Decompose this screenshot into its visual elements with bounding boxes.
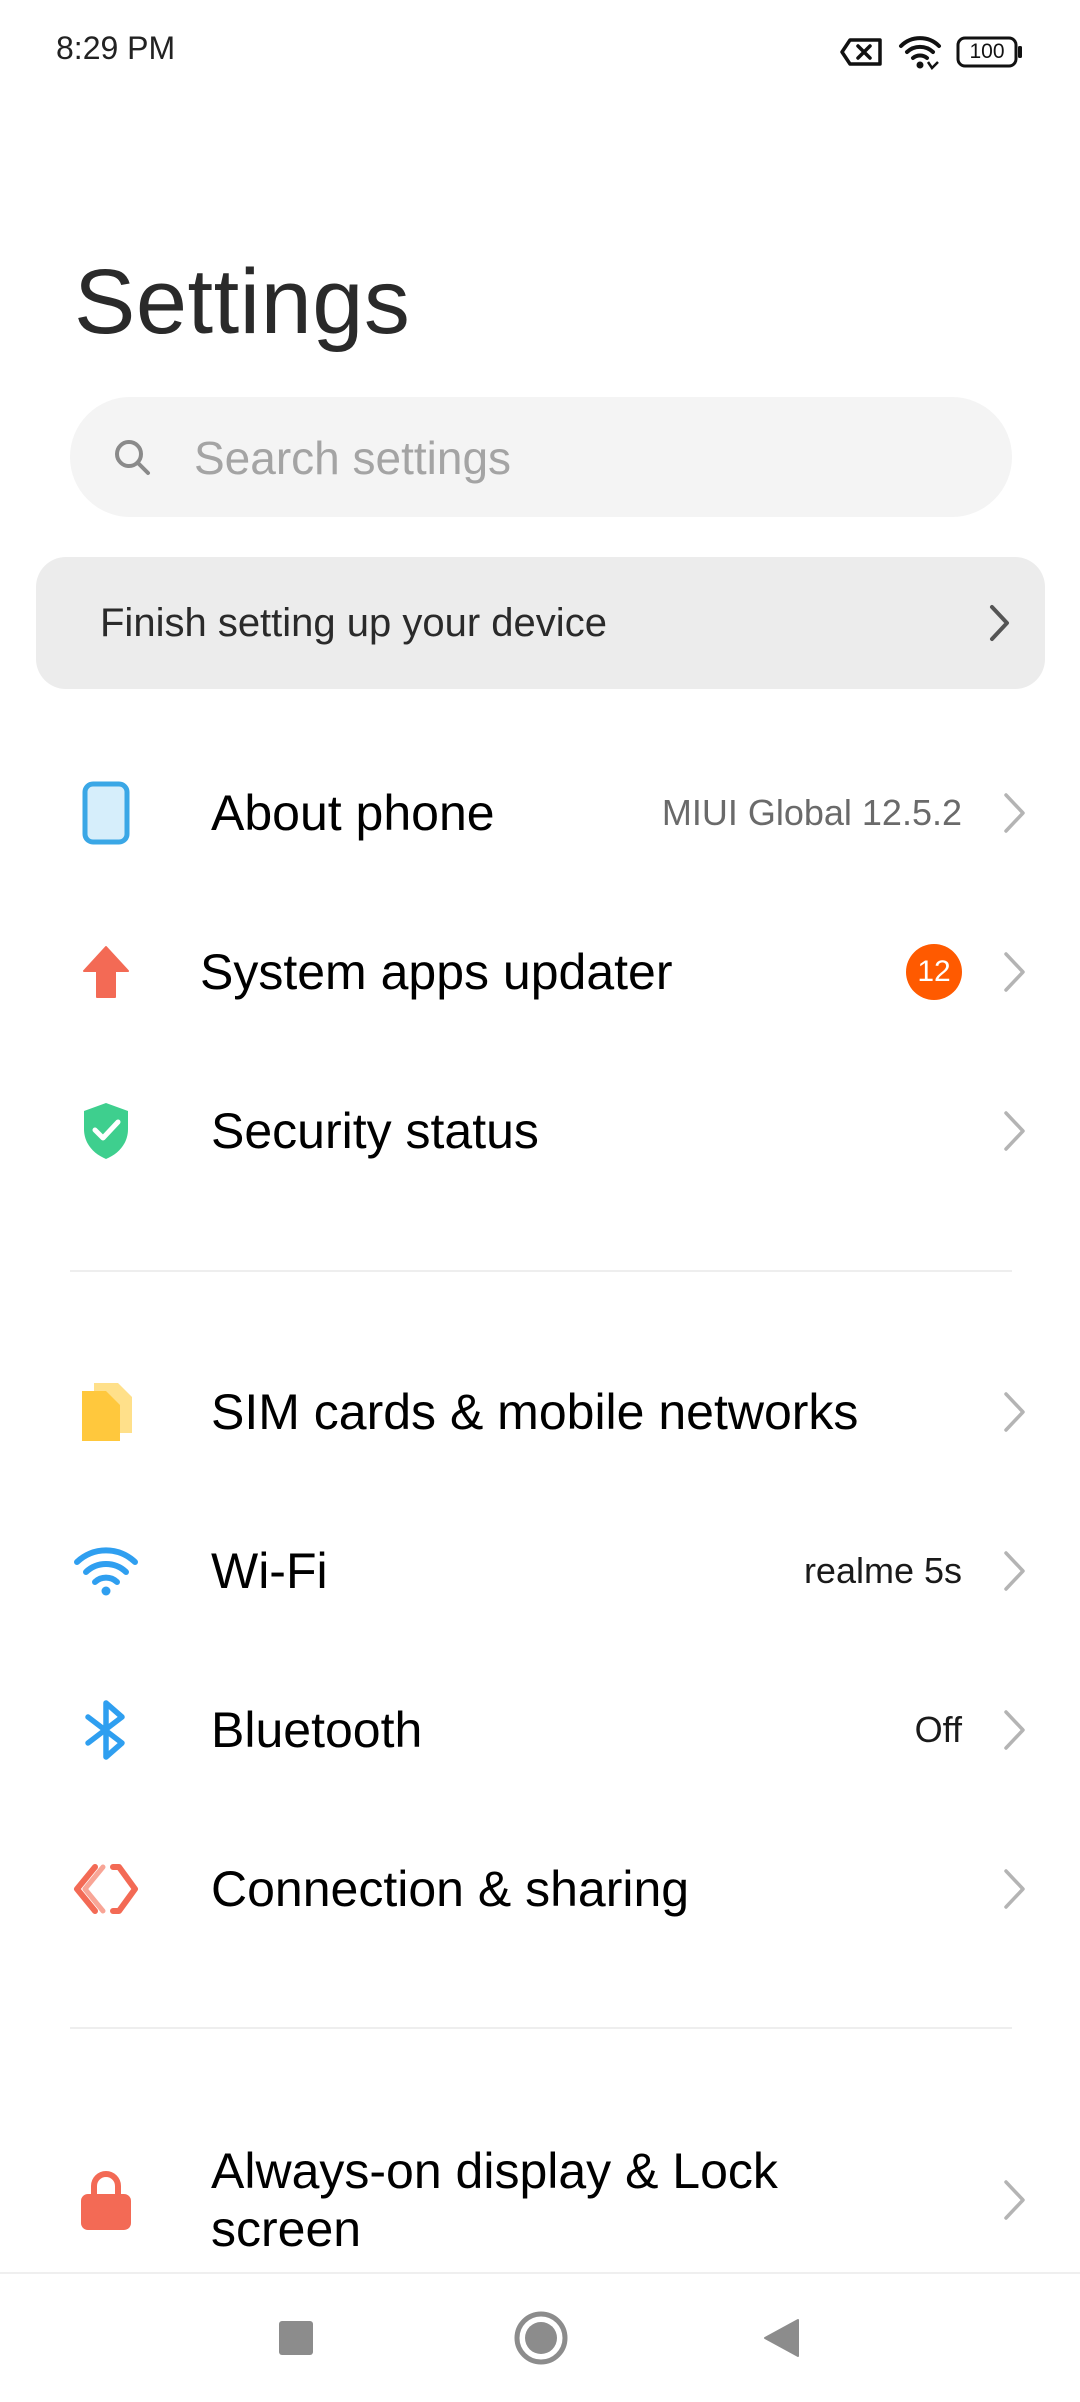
settings-item-about-phone[interactable]: About phone MIUI Global 12.5.2 — [0, 738, 1080, 888]
back-button[interactable] — [762, 2318, 800, 2363]
phone-icon — [70, 777, 142, 849]
arrow-up-icon — [70, 936, 142, 1008]
settings-item-system-apps-updater[interactable]: System apps updater 12 — [0, 897, 1080, 1047]
circle-icon — [514, 2311, 568, 2365]
section-divider — [70, 1270, 1012, 1272]
chevron-right-icon — [1004, 2180, 1025, 2220]
chevron-right-icon — [1004, 793, 1025, 833]
bluetooth-icon — [70, 1694, 142, 1766]
page-title: Settings — [74, 251, 411, 353]
wifi-icon — [898, 34, 942, 70]
home-button[interactable] — [513, 2310, 569, 2371]
settings-item-value: MIUI Global 12.5.2 — [661, 792, 962, 833]
settings-item-value: Off — [914, 1709, 962, 1750]
chevron-right-icon — [1004, 1710, 1025, 1750]
section-divider — [70, 2027, 1012, 2029]
connection-sharing-icon — [70, 1853, 142, 1925]
settings-item-wifi[interactable]: Wi-Fi realme 5s — [0, 1496, 1080, 1646]
settings-item-sim-cards[interactable]: SIM cards & mobile networks — [0, 1337, 1080, 1487]
chevron-right-icon — [1004, 1551, 1025, 1591]
square-icon — [279, 2321, 313, 2355]
shield-check-icon — [70, 1095, 142, 1167]
settings-item-value: realme 5s — [803, 1550, 962, 1591]
settings-item-always-on-display[interactable]: Always-on display & Lock screen — [0, 2138, 1080, 2262]
settings-item-label: Always-on display & Lock screen — [211, 2143, 778, 2257]
sim-card-icon — [70, 1376, 142, 1448]
triangle-back-icon — [764, 2319, 799, 2357]
no-sim-icon — [840, 36, 884, 68]
chevron-right-icon — [1004, 1111, 1025, 1151]
status-time: 8:29 PM — [56, 30, 176, 66]
finish-setup-card[interactable]: Finish setting up your device — [36, 557, 1045, 689]
search-icon — [112, 437, 152, 482]
settings-item-label: System apps updater — [200, 944, 673, 1000]
notification-badge: 12 — [906, 944, 962, 1000]
finish-setup-label: Finish setting up your device — [100, 601, 607, 645]
wifi-icon — [70, 1535, 142, 1607]
settings-item-label: About phone — [211, 785, 495, 841]
chevron-right-icon — [1004, 1869, 1025, 1909]
settings-item-label: Bluetooth — [211, 1702, 423, 1758]
recents-button[interactable] — [278, 2320, 314, 2361]
chevron-right-icon — [989, 604, 1011, 647]
battery-level: 100 — [969, 40, 1005, 63]
settings-item-bluetooth[interactable]: Bluetooth Off — [0, 1655, 1080, 1805]
settings-item-label: SIM cards & mobile networks — [211, 1384, 859, 1440]
navigation-bar — [0, 2272, 1080, 2402]
settings-item-security-status[interactable]: Security status — [0, 1056, 1080, 1206]
settings-item-label: Wi-Fi — [211, 1543, 328, 1599]
chevron-right-icon — [1004, 1392, 1025, 1432]
status-icons: 100 — [840, 34, 1024, 70]
search-input[interactable] — [192, 425, 976, 491]
battery-icon: 100 — [956, 36, 1024, 68]
settings-item-label: Security status — [211, 1103, 539, 1159]
status-bar: 8:29 PM 100 — [0, 0, 1080, 106]
settings-item-connection-sharing[interactable]: Connection & sharing — [0, 1814, 1080, 1964]
search-bar[interactable] — [70, 397, 1012, 517]
settings-item-label: Connection & sharing — [211, 1861, 690, 1917]
chevron-right-icon — [1004, 952, 1025, 992]
lock-icon — [70, 2164, 142, 2236]
